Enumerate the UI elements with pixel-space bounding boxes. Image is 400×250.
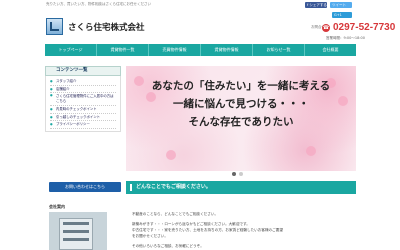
- nav-item-sale-info[interactable]: 売買物件情報: [149, 44, 201, 56]
- hero-line-1: あなたの「住みたい」を一緒に考える: [151, 80, 331, 92]
- nav-item-top[interactable]: トップページ: [45, 44, 97, 56]
- sidebar-heading: コンテンツ一覧: [45, 66, 121, 76]
- company-logo-icon[interactable]: [46, 18, 63, 35]
- body-paragraph-4: をお聞かせください。: [132, 234, 168, 238]
- welcome-heading: どんなことでもご相談ください。: [126, 181, 356, 194]
- facebook-share-button[interactable]: f シェアする: [305, 2, 327, 8]
- sidebar-item-privacy-policy[interactable]: プライバシーポリシー: [50, 121, 116, 129]
- slide-dot-1[interactable]: [232, 172, 236, 176]
- nav-item-rental-info[interactable]: 賃貸物件情報: [201, 44, 253, 56]
- hero-line-3: そんな存在でありたい: [188, 116, 294, 128]
- hero-line-2: 一緒に悩んで見つける・・・: [173, 98, 309, 110]
- sidebar-item-viewing-checkpoints[interactable]: 内見時のチェックポイント: [50, 106, 116, 114]
- sidebar: コンテンツ一覧 スタッフ紹介 店舗紹介 さくら住宅管理物件にご入居中の方はこちら…: [45, 66, 121, 132]
- contact-button[interactable]: お問い合わせはこちら: [49, 182, 121, 192]
- company-name[interactable]: さくら住宅株式会社: [68, 21, 145, 33]
- twitter-tweet-button[interactable]: ツイート: [330, 2, 352, 8]
- site-tagline: 売りたい方、買いたい方、物件相談はさくら住宅にお任せください: [46, 2, 151, 6]
- phone-icon: ☎: [322, 24, 330, 32]
- body-paragraph-2: 新築みがきす・・・ローンがら返なかもどご相談ください。大歓迎です。: [132, 222, 250, 226]
- house-icon: [50, 22, 59, 31]
- slideshow-pagination: [232, 172, 243, 176]
- sidebar-item-moving-checkpoints[interactable]: 引っ越しのチェックポイント: [50, 114, 116, 121]
- company-building-image[interactable]: [49, 212, 107, 250]
- top-bar: 売りたい方、買いたい方、物件相談はさくら住宅にお任せください f シェアする ツ…: [0, 0, 400, 10]
- body-paragraph-5: その他いろいろなご相談、お気軽にどうぞ。: [132, 244, 204, 248]
- google-plus-button[interactable]: G+1: [332, 12, 352, 18]
- nav-item-news[interactable]: お知らせ一覧: [253, 44, 305, 56]
- phone-number[interactable]: 0297-52-7730: [333, 22, 395, 33]
- business-hours: 営業時間：9:00〜18:00: [326, 36, 365, 40]
- body-paragraph-3: 中古住宅です・・・家を売りたい方、土地をお持ちの方、お家賃ど経験したいお客様のご…: [132, 228, 283, 232]
- sidebar-item-staff[interactable]: スタッフ紹介: [50, 78, 116, 86]
- slide-dot-2[interactable]: [239, 172, 243, 176]
- sidebar-item-store[interactable]: 店舗紹介: [50, 86, 116, 93]
- sidebar-list: スタッフ紹介 店舗紹介 さくら住宅管理物件にご入居中の方はこちら 内見時のチェッ…: [45, 76, 121, 132]
- body-paragraph-1: 不動産のことなら、どんなことでもご相談ください。: [132, 212, 219, 216]
- sidebar-item-tenants[interactable]: さくら住宅管理物件にご入居中の方はこちら: [50, 93, 116, 106]
- company-intro-heading: 会社案内: [49, 204, 65, 209]
- nav-item-company[interactable]: 会社概要: [305, 44, 356, 56]
- nav-item-rental-list[interactable]: 賃貸物件一覧: [97, 44, 149, 56]
- hero-slideshow[interactable]: あなたの「住みたい」を一緒に考える 一緒に悩んで見つける・・・ そんな存在であり…: [126, 66, 356, 171]
- main-nav: トップページ 賃貸物件一覧 売買物件情報 賃貸物件情報 お知らせ一覧 会社概要: [45, 44, 356, 56]
